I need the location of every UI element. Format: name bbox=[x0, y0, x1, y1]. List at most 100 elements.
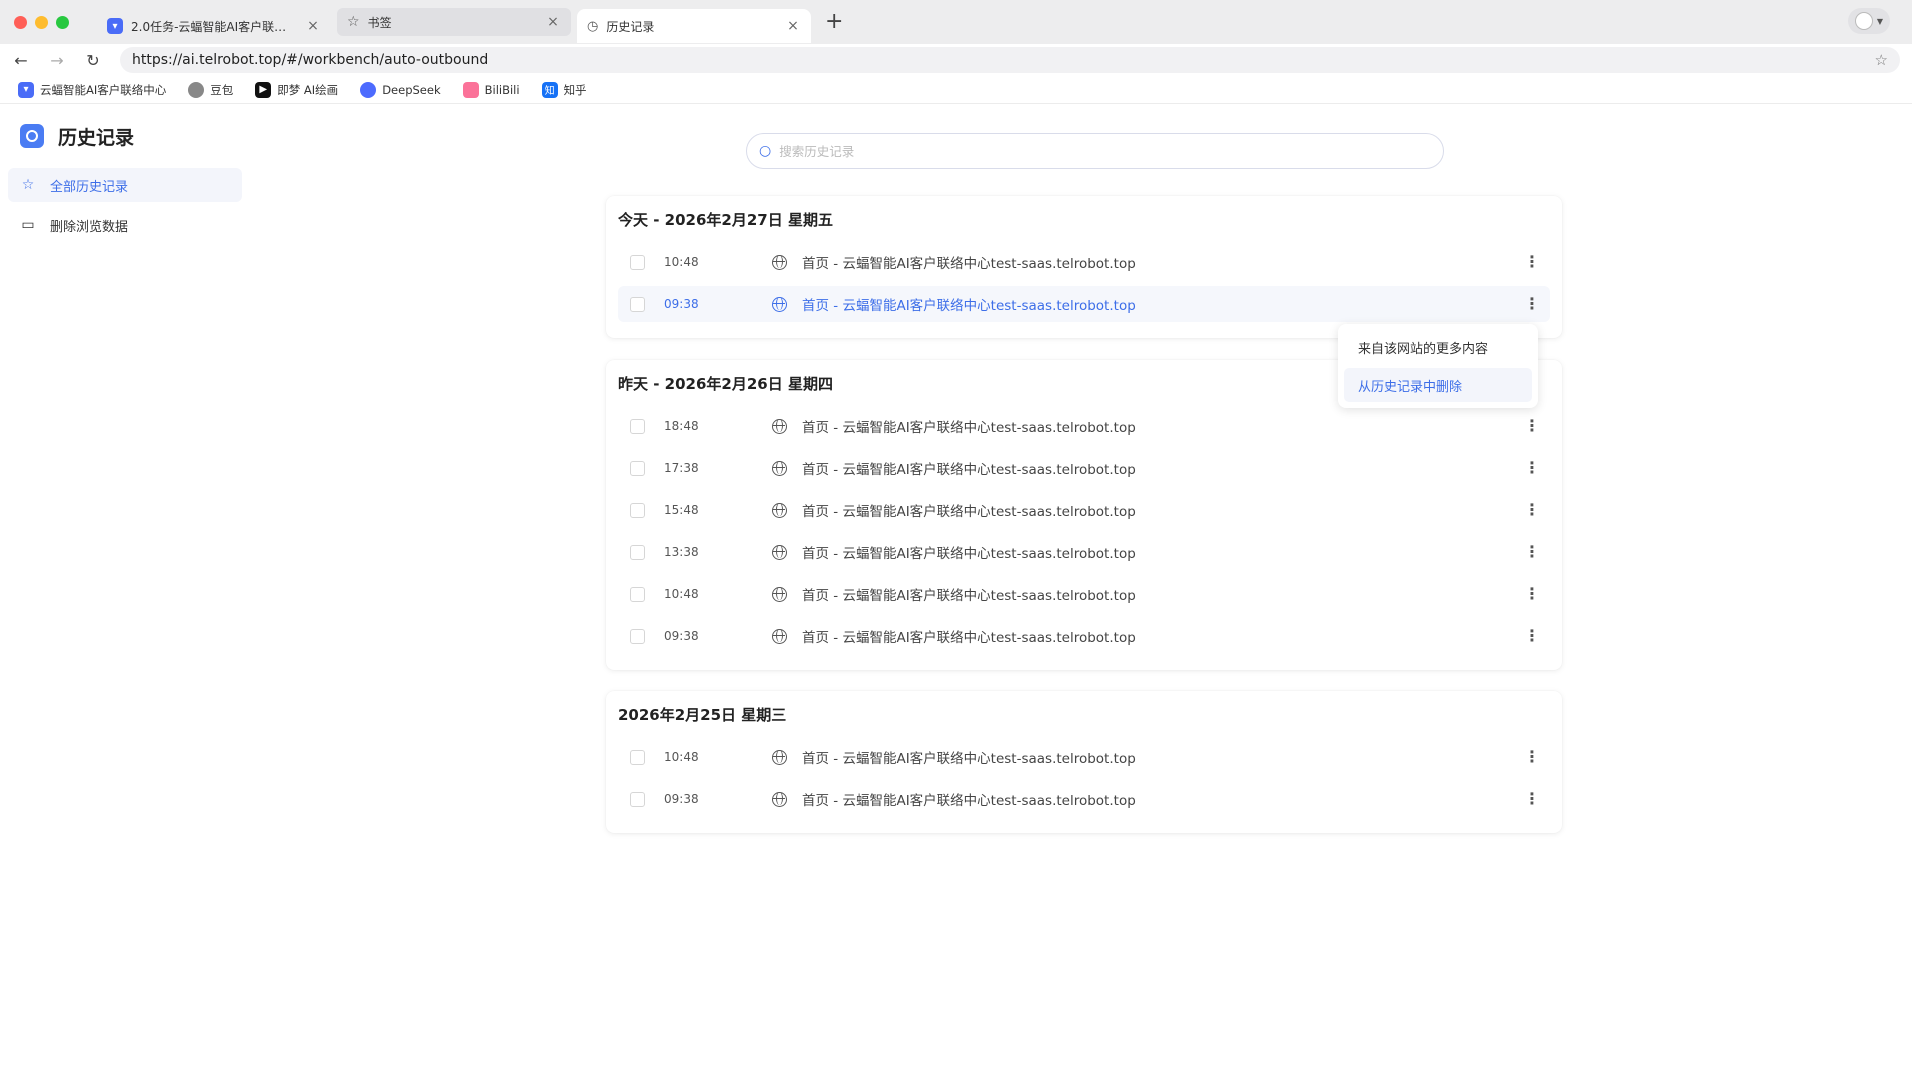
row-title[interactable]: 首页 - 云蝠智能AI客户联络中心test-saas.telrobot.top bbox=[802, 542, 1524, 562]
history-row[interactable]: 17:38 首页 - 云蝠智能AI客户联络中心test-saas.telrobo… bbox=[618, 450, 1550, 486]
row-checkbox[interactable] bbox=[630, 628, 645, 644]
row-title[interactable]: 首页 - 云蝠智能AI客户联络中心test-saas.telrobot.top bbox=[802, 500, 1524, 520]
bookmark-zhihu[interactable]: 知 知乎 bbox=[541, 81, 587, 98]
globe-icon bbox=[772, 544, 787, 560]
more-vertical-icon[interactable]: ⋮ bbox=[1524, 749, 1540, 765]
minimize-window-button[interactable] bbox=[35, 15, 48, 29]
bookmark-bilibili[interactable]: BiliBili bbox=[462, 81, 520, 98]
history-row[interactable]: 10:48 首页 - 云蝠智能AI客户联络中心test-saas.telrobo… bbox=[618, 576, 1550, 612]
menu-item-more-from-site[interactable]: 来自该网站的更多内容 bbox=[1344, 330, 1532, 364]
avatar bbox=[1854, 12, 1873, 30]
search-icon: ○ bbox=[759, 143, 772, 159]
more-vertical-icon[interactable]: ⋮ bbox=[1524, 544, 1540, 560]
back-arrow-icon[interactable]: ← bbox=[12, 51, 30, 70]
more-vertical-icon[interactable]: ⋮ bbox=[1524, 502, 1540, 518]
row-title[interactable]: 首页 - 云蝠智能AI客户联络中心test-saas.telrobot.top bbox=[802, 458, 1524, 478]
globe-icon bbox=[772, 791, 787, 807]
bookmark-jimeng[interactable]: ▶ 即梦 AI绘画 bbox=[255, 81, 339, 98]
new-tab-button[interactable]: + bbox=[825, 11, 843, 33]
bookmark-label: 即梦 AI绘画 bbox=[277, 82, 339, 97]
history-row[interactable]: 18:48 首页 - 云蝠智能AI客户联络中心test-saas.telrobo… bbox=[618, 408, 1550, 444]
tab-history[interactable]: ◷ 历史记录 × bbox=[577, 9, 811, 43]
history-icon: ◷ bbox=[587, 18, 599, 34]
row-title[interactable]: 首页 - 云蝠智能AI客户联络中心test-saas.telrobot.top bbox=[802, 294, 1524, 314]
tab-label: 历史记录 bbox=[606, 19, 655, 34]
bookmark-label: 豆包 bbox=[210, 82, 234, 97]
group-title: 2026年2月25日 星期三 bbox=[618, 706, 787, 724]
url-text[interactable]: https://ai.telrobot.top/#/workbench/auto… bbox=[132, 52, 1875, 68]
address-toolbar: ← → ↻ https://ai.telrobot.top/#/workbenc… bbox=[0, 44, 1912, 76]
row-time: 09:38 bbox=[664, 629, 699, 643]
row-title[interactable]: 首页 - 云蝠智能AI客户联络中心test-saas.telrobot.top bbox=[802, 584, 1524, 604]
chevron-down-icon: ▼ bbox=[1876, 16, 1884, 26]
row-checkbox[interactable] bbox=[630, 791, 645, 807]
bookmark-label: 知乎 bbox=[563, 82, 587, 97]
history-row[interactable]: 09:38 首页 - 云蝠智能AI客户联络中心test-saas.telrobo… bbox=[618, 781, 1550, 817]
row-checkbox[interactable] bbox=[630, 502, 645, 518]
close-icon[interactable]: × bbox=[305, 18, 321, 34]
row-checkbox[interactable] bbox=[630, 749, 645, 765]
address-bar[interactable]: https://ai.telrobot.top/#/workbench/auto… bbox=[120, 47, 1900, 73]
jimeng-favicon-icon: ▶ bbox=[255, 81, 272, 98]
tab-bar: ▾ 2.0任务-云蝠智能AI客户联络… × ☆ 书签 × ◷ 历史记录 × + … bbox=[0, 0, 1912, 44]
more-vertical-icon[interactable]: ⋮ bbox=[1524, 460, 1540, 476]
tab-telrobot[interactable]: ▾ 2.0任务-云蝠智能AI客户联络… × bbox=[97, 9, 331, 43]
row-context-menu: 来自该网站的更多内容 从历史记录中删除 bbox=[1338, 324, 1538, 408]
row-checkbox[interactable] bbox=[630, 296, 645, 312]
globe-icon bbox=[772, 296, 787, 312]
profile-button[interactable]: ▼ bbox=[1848, 8, 1890, 34]
zhihu-favicon-icon: 知 bbox=[541, 81, 558, 98]
history-row[interactable]: 10:48 首页 - 云蝠智能AI客户联络中心test-saas.telrobo… bbox=[618, 739, 1550, 775]
row-title[interactable]: 首页 - 云蝠智能AI客户联络中心test-saas.telrobot.top bbox=[802, 626, 1524, 646]
row-checkbox[interactable] bbox=[630, 254, 645, 270]
close-icon[interactable]: × bbox=[785, 18, 801, 34]
search-input[interactable] bbox=[779, 143, 1431, 159]
deepseek-favicon-icon bbox=[360, 81, 377, 98]
reload-icon[interactable]: ↻ bbox=[84, 51, 102, 70]
forward-arrow-icon[interactable]: → bbox=[48, 51, 66, 70]
tab-bookmarks[interactable]: ☆ 书签 × bbox=[337, 8, 571, 36]
history-row[interactable]: 09:38 首页 - 云蝠智能AI客户联络中心test-saas.telrobo… bbox=[618, 618, 1550, 654]
tab-label: 2.0任务-云蝠智能AI客户联络… bbox=[131, 19, 297, 34]
star-icon: ☆ bbox=[21, 177, 35, 193]
row-checkbox[interactable] bbox=[630, 544, 645, 560]
sidebar-item-clear-data[interactable]: ▭ 删除浏览数据 bbox=[8, 208, 242, 242]
more-vertical-icon[interactable]: ⋮ bbox=[1524, 296, 1540, 312]
row-time: 13:38 bbox=[664, 545, 699, 559]
menu-item-remove-from-history[interactable]: 从历史记录中删除 bbox=[1344, 368, 1532, 402]
history-row[interactable]: 10:48 首页 - 云蝠智能AI客户联络中心test-saas.telrobo… bbox=[618, 244, 1550, 280]
more-vertical-icon[interactable]: ⋮ bbox=[1524, 791, 1540, 807]
bookmark-doubao[interactable]: 豆包 bbox=[188, 81, 234, 98]
row-checkbox[interactable] bbox=[630, 460, 645, 476]
sidebar-item-all-history[interactable]: ☆ 全部历史记录 bbox=[8, 168, 242, 202]
more-vertical-icon[interactable]: ⋮ bbox=[1524, 254, 1540, 270]
row-checkbox[interactable] bbox=[630, 418, 645, 434]
row-title[interactable]: 首页 - 云蝠智能AI客户联络中心test-saas.telrobot.top bbox=[802, 789, 1524, 809]
row-time: 18:48 bbox=[664, 419, 699, 433]
telrobot-favicon-icon: ▾ bbox=[107, 18, 123, 34]
maximize-window-button[interactable] bbox=[56, 15, 69, 29]
history-row[interactable]: 09:38 首页 - 云蝠智能AI客户联络中心test-saas.telrobo… bbox=[618, 286, 1550, 322]
bookmark-star-icon[interactable]: ☆ bbox=[1875, 51, 1888, 69]
row-title[interactable]: 首页 - 云蝠智能AI客户联络中心test-saas.telrobot.top bbox=[802, 252, 1524, 272]
window-controls bbox=[14, 15, 69, 29]
close-icon[interactable]: × bbox=[545, 14, 561, 30]
history-sidebar: 历史记录 ☆ 全部历史记录 ▭ 删除浏览数据 bbox=[0, 104, 250, 242]
bookmark-telrobot[interactable]: ▾ 云蝠智能AI客户联络中心 bbox=[18, 81, 166, 98]
row-checkbox[interactable] bbox=[630, 586, 645, 602]
more-vertical-icon[interactable]: ⋮ bbox=[1524, 418, 1540, 434]
history-search[interactable]: ○ bbox=[746, 133, 1444, 169]
bookmark-deepseek[interactable]: DeepSeek bbox=[360, 81, 441, 98]
browser-window: ▾ 2.0任务-云蝠智能AI客户联络… × ☆ 书签 × ◷ 历史记录 × + … bbox=[0, 0, 1912, 1076]
row-title[interactable]: 首页 - 云蝠智能AI客户联络中心test-saas.telrobot.top bbox=[802, 416, 1524, 436]
more-vertical-icon[interactable]: ⋮ bbox=[1524, 628, 1540, 644]
bilibili-favicon-icon bbox=[462, 81, 479, 98]
row-time: 15:48 bbox=[664, 503, 699, 517]
close-window-button[interactable] bbox=[14, 15, 27, 29]
row-time: 17:38 bbox=[664, 461, 699, 475]
row-title[interactable]: 首页 - 云蝠智能AI客户联络中心test-saas.telrobot.top bbox=[802, 747, 1524, 767]
more-vertical-icon[interactable]: ⋮ bbox=[1524, 586, 1540, 602]
globe-icon bbox=[772, 254, 787, 270]
history-row[interactable]: 15:48 首页 - 云蝠智能AI客户联络中心test-saas.telrobo… bbox=[618, 492, 1550, 528]
history-row[interactable]: 13:38 首页 - 云蝠智能AI客户联络中心test-saas.telrobo… bbox=[618, 534, 1550, 570]
